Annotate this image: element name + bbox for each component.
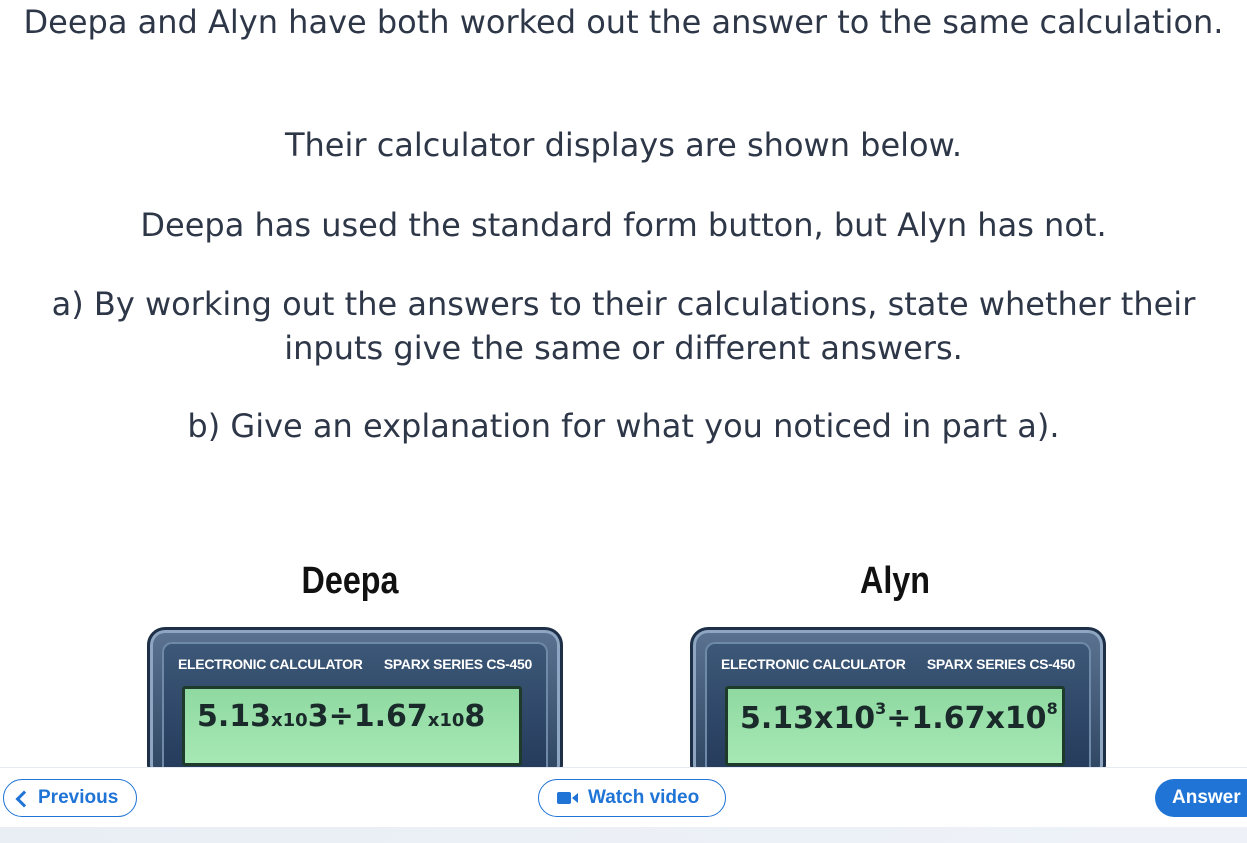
display-times-ten-2: x10 — [985, 701, 1047, 736]
alyn-calculator: ELECTRONIC CALCULATOR SPARX SERIES CS-45… — [690, 627, 1106, 783]
chevron-left-icon — [15, 790, 33, 807]
previous-label: Previous — [38, 787, 119, 808]
display-operator: ÷ — [886, 701, 912, 736]
calculator-model: SPARX SERIES CS-450 — [926, 656, 1075, 672]
deepa-label: Deepa — [301, 560, 399, 602]
display-exponent-2: 8 — [1046, 699, 1058, 718]
alyn-calculator-display: 5.13x103÷1.67x108 — [725, 686, 1065, 766]
watch-video-label: Watch video — [588, 787, 700, 808]
display-exponent-2: 8 — [464, 699, 486, 734]
display-times-ten-2: x10 — [427, 710, 465, 731]
footer-shadow — [0, 827, 1247, 843]
display-mantissa-2: 1.67 — [353, 699, 428, 734]
calculator-model: SPARX SERIES CS-450 — [383, 656, 532, 672]
alyn-label: Alyn — [859, 560, 930, 602]
display-exponent-1: 3 — [307, 699, 329, 734]
calculator-brand: ELECTRONIC CALCULATOR — [178, 656, 363, 672]
question-line-1: Deepa and Alyn have both worked out the … — [23, 3, 1224, 41]
display-exponent-1: 3 — [875, 699, 887, 718]
footer-toolbar: Previous Watch video Answer — [0, 767, 1247, 828]
answer-label: Answer — [1172, 787, 1241, 808]
display-mantissa-1: 5.13 — [197, 699, 272, 734]
display-times-ten-1: x10 — [271, 710, 308, 731]
display-times-ten-1: x10 — [814, 701, 876, 736]
question-part-a: a) By working out the answers to their c… — [51, 285, 1196, 367]
question-line-2: Their calculator displays are shown belo… — [284, 126, 963, 164]
question-part-b: b) Give an explanation for what you noti… — [187, 407, 1060, 445]
question-line-3: Deepa has used the standard form button,… — [140, 206, 1107, 244]
deepa-calculator-display: 5.13x103÷1.67x108 — [182, 686, 522, 766]
previous-button[interactable]: Previous — [3, 779, 137, 817]
deepa-calculator: ELECTRONIC CALCULATOR SPARX SERIES CS-45… — [147, 627, 563, 783]
answer-button[interactable]: Answer — [1155, 779, 1247, 817]
display-operator: ÷ — [328, 699, 354, 734]
video-camera-icon — [557, 792, 578, 804]
calculator-brand: ELECTRONIC CALCULATOR — [721, 656, 906, 672]
display-mantissa-1: 5.13 — [740, 701, 815, 736]
display-mantissa-2: 1.67 — [911, 701, 986, 736]
watch-video-button[interactable]: Watch video — [538, 779, 726, 817]
